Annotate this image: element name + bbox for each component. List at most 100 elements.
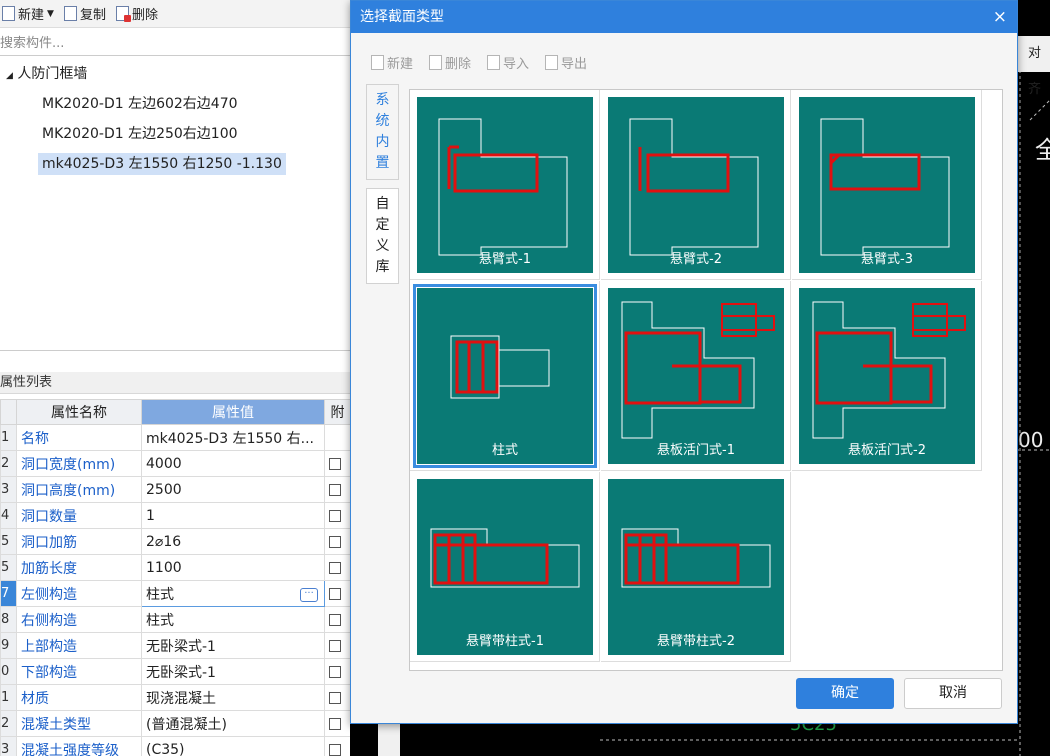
dialog-toolbar: 新建 删除 导入 导出 bbox=[371, 53, 587, 72]
tree-item[interactable]: MK2020-D1 左边602右边470 bbox=[0, 92, 350, 116]
row-index[interactable]: 2 bbox=[0, 710, 17, 737]
extra-checkbox[interactable] bbox=[329, 561, 341, 574]
extra-checkbox[interactable] bbox=[329, 535, 341, 548]
search-input[interactable]: 搜索构件... bbox=[0, 31, 350, 56]
props-row[interactable]: 8 右侧构造 柱式 bbox=[0, 606, 351, 633]
row-index[interactable]: 1 bbox=[0, 424, 17, 451]
prop-value[interactable]: 1 bbox=[141, 502, 325, 529]
props-row[interactable]: 1 名称 mk4025-D3 左1550 右... bbox=[0, 424, 351, 451]
prop-value[interactable]: 柱式 bbox=[141, 606, 325, 633]
row-index[interactable]: 3 bbox=[0, 736, 17, 756]
dropdown-arrow-icon[interactable]: ▼ bbox=[47, 9, 54, 19]
row-index[interactable]: 1 bbox=[0, 684, 17, 711]
section-diagram bbox=[820, 118, 950, 256]
extra-checkbox[interactable] bbox=[329, 483, 341, 496]
props-row[interactable]: 3 混凝土强度等级 (C35) bbox=[0, 736, 351, 756]
ok-button[interactable]: 确定 bbox=[796, 678, 894, 709]
props-row[interactable]: 2 洞口宽度(mm) 4000 bbox=[0, 450, 351, 477]
prop-extra bbox=[324, 476, 351, 503]
dialog-title-bar[interactable]: 选择截面类型 × bbox=[351, 1, 1017, 33]
row-index[interactable]: 8 bbox=[0, 606, 17, 633]
props-value-header[interactable]: 属性值 bbox=[141, 399, 325, 425]
prop-value[interactable]: mk4025-D3 左1550 右... bbox=[141, 424, 325, 451]
extra-checkbox[interactable] bbox=[329, 613, 341, 626]
prop-value[interactable]: 1100 bbox=[141, 554, 325, 581]
dialog-export-button[interactable]: 导出 bbox=[545, 53, 587, 72]
section-type-tile[interactable]: 悬臂式-3 bbox=[792, 90, 982, 280]
props-row[interactable]: 0 下部构造 无卧梁式-1 bbox=[0, 658, 351, 685]
panel-divider[interactable] bbox=[0, 350, 350, 351]
canvas-text: 00 bbox=[1018, 428, 1044, 452]
props-row[interactable]: 9 上部构造 无卧梁式-1 bbox=[0, 632, 351, 659]
props-row[interactable]: 5 加筋长度 1100 bbox=[0, 554, 351, 581]
section-type-tile[interactable]: 悬板活门式-2 bbox=[792, 281, 982, 471]
dialog-delete-button[interactable]: 删除 bbox=[429, 53, 471, 72]
extra-checkbox[interactable] bbox=[329, 691, 341, 704]
collapse-icon[interactable]: ◢ bbox=[6, 71, 13, 81]
section-diagram bbox=[430, 528, 580, 588]
new-button[interactable]: 新建 ▼ bbox=[2, 4, 54, 23]
prop-value[interactable]: 无卧梁式-1 bbox=[141, 658, 325, 685]
tree-root[interactable]: ◢ 人防门框墙 bbox=[0, 62, 350, 86]
section-type-tile[interactable]: 悬臂式-2 bbox=[601, 90, 791, 280]
props-row[interactable]: 3 洞口高度(mm) 2500 bbox=[0, 476, 351, 503]
props-extra-header[interactable]: 附 bbox=[324, 399, 351, 425]
props-name-header[interactable]: 属性名称 bbox=[16, 399, 142, 425]
more-icon[interactable]: ··· bbox=[300, 587, 318, 602]
tile-label: 悬臂带柱式-2 bbox=[657, 634, 735, 649]
tab-custom-library[interactable]: 自定义库 bbox=[366, 188, 399, 284]
prop-value[interactable]: (普通混凝土) bbox=[141, 710, 325, 737]
tab-label: 自定义库 bbox=[375, 196, 390, 275]
prop-value[interactable]: 4000 bbox=[141, 450, 325, 477]
scrollbar-strip bbox=[378, 722, 400, 756]
section-type-tile[interactable]: 悬板活门式-1 bbox=[601, 281, 791, 471]
prop-value[interactable]: 无卧梁式-1 bbox=[141, 632, 325, 659]
prop-value[interactable]: 2500 bbox=[141, 476, 325, 503]
prop-value[interactable]: (C35) bbox=[141, 736, 325, 756]
tab-system-builtin[interactable]: 系统内置 bbox=[366, 84, 399, 180]
tree-item-selected[interactable]: mk4025-D3 左1550 右1250 -1.130 bbox=[0, 152, 350, 176]
section-type-grid: 悬臂式-1 悬臂式-2 悬臂式-3 柱式 悬板活门式-1 悬板活门式-2 悬臂带… bbox=[409, 89, 1003, 671]
extra-checkbox[interactable] bbox=[329, 665, 341, 678]
row-index[interactable]: 5 bbox=[0, 528, 17, 555]
section-type-tile[interactable]: 悬臂式-1 bbox=[410, 90, 600, 280]
props-row[interactable]: 2 混凝土类型 (普通混凝土) bbox=[0, 710, 351, 737]
prop-extra bbox=[324, 632, 351, 659]
row-index[interactable]: 5 bbox=[0, 554, 17, 581]
props-header-row: 属性名称 属性值 附 bbox=[0, 399, 351, 425]
copy-button[interactable]: 复制 bbox=[63, 4, 106, 23]
extra-checkbox[interactable] bbox=[329, 743, 341, 756]
section-type-tile[interactable]: 柱式 bbox=[410, 281, 600, 471]
extra-checkbox[interactable] bbox=[329, 717, 341, 730]
section-type-tile[interactable]: 悬臂带柱式-2 bbox=[601, 472, 791, 662]
delete-button[interactable]: 删除 bbox=[115, 4, 158, 23]
props-row[interactable]: 5 洞口加筋 2⌀16 bbox=[0, 528, 351, 555]
row-index[interactable]: 4 bbox=[0, 502, 17, 529]
row-index[interactable]: 9 bbox=[0, 632, 17, 659]
props-row[interactable]: 1 材质 现浇混凝土 bbox=[0, 684, 351, 711]
props-row[interactable]: 4 洞口数量 1 bbox=[0, 502, 351, 529]
cancel-button[interactable]: 取消 bbox=[904, 678, 1002, 709]
dialog-title: 选择截面类型 bbox=[360, 9, 444, 25]
prop-value[interactable]: 2⌀16 bbox=[141, 528, 325, 555]
prop-extra bbox=[324, 580, 351, 607]
extra-checkbox[interactable] bbox=[329, 509, 341, 522]
row-index[interactable]: 7 bbox=[0, 580, 17, 607]
extra-checkbox[interactable] bbox=[329, 639, 341, 652]
tree-item[interactable]: MK2020-D1 左边250右边100 bbox=[0, 122, 350, 146]
row-index[interactable]: 0 bbox=[0, 658, 17, 685]
align-tab[interactable]: 对齐 bbox=[1018, 36, 1050, 97]
prop-value[interactable]: 柱式 ··· bbox=[141, 580, 325, 607]
row-index[interactable]: 2 bbox=[0, 450, 17, 477]
dialog-import-button[interactable]: 导入 bbox=[487, 53, 529, 72]
extra-checkbox[interactable] bbox=[329, 587, 341, 600]
props-row[interactable]: 7 左侧构造 柱式 ··· bbox=[0, 580, 351, 607]
dialog-new-button[interactable]: 新建 bbox=[371, 53, 413, 72]
prop-value[interactable]: 现浇混凝土 bbox=[141, 684, 325, 711]
close-icon[interactable]: × bbox=[993, 1, 1007, 33]
prop-extra bbox=[324, 502, 351, 529]
row-index[interactable]: 3 bbox=[0, 476, 17, 503]
extra-checkbox[interactable] bbox=[329, 457, 341, 470]
prop-name: 混凝土类型 bbox=[16, 710, 142, 737]
section-type-tile[interactable]: 悬臂带柱式-1 bbox=[410, 472, 600, 662]
